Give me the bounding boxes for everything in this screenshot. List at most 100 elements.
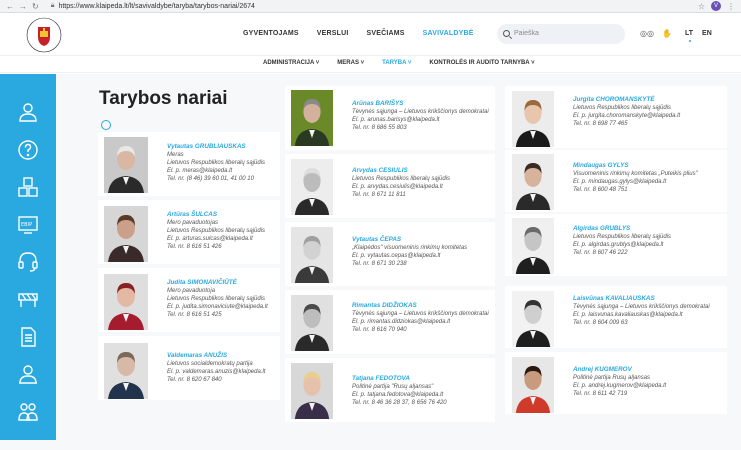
member-info: Arūnas BARIŠYS Tėvynės sąjunga – Lietuvos… (352, 100, 489, 132)
profile-avatar[interactable]: V (711, 1, 721, 11)
member-email[interactable]: El. p. arunas.barisys@klaipeda.lt (352, 116, 489, 124)
subnav-meras[interactable]: MERAS ˅ (337, 60, 364, 66)
member-phone: Tel. nr. 8 671 11 811 (352, 192, 406, 198)
people-icon[interactable] (16, 400, 40, 424)
member-email[interactable]: El. p. algirdas.grublys@klaipeda.lt (573, 241, 671, 249)
subnav-administracija[interactable]: ADMINISTRACIJA ˅ (263, 60, 319, 66)
nav-savivaldybe[interactable]: SAVIVALDYBĖ (423, 30, 474, 37)
member-info: Judita SIMONAVIČIŪTĖ Mero pavaduotoja Liet… (167, 279, 268, 319)
member-photo[interactable] (291, 227, 333, 283)
member-phone: Tel. nr. 8 620 67 840 (167, 377, 222, 383)
member-email[interactable]: El. p. andrej.kugmerov@klaipeda.lt (573, 382, 666, 390)
member-name[interactable]: Andrej KUGMEROV (573, 366, 666, 374)
document-icon[interactable] (16, 325, 40, 349)
member-detail: Lietuvos Respublikos liberalų sąjūdis (573, 234, 672, 240)
member-info: Vytautas GRUBLIAUSKAS Meras Lietuvos Respu… (167, 143, 265, 183)
member-name[interactable]: Arvydas CESIULIS (352, 167, 450, 175)
lang-lt[interactable]: LT (685, 30, 693, 37)
member-name[interactable]: Judita SIMONAVIČIŪTĖ (167, 279, 268, 287)
barrier-icon[interactable] (16, 286, 40, 310)
member-name[interactable]: Algirdas GRUBLYS (573, 225, 671, 233)
lang-en[interactable]: EN (702, 30, 712, 37)
member-detail: Lietuvos Respublikos liberalų sąjūdis (167, 228, 266, 234)
member-photo[interactable] (291, 295, 333, 351)
headset-icon[interactable] (16, 249, 40, 273)
city-logo[interactable] (26, 17, 62, 53)
member-email[interactable]: El. p. arvydas.cesiulis@klaipeda.lt (352, 183, 450, 191)
menu-icon[interactable]: ⋮ (727, 2, 735, 11)
member-email[interactable]: El. p. jurgita.choromanskyte@klaipeda.lt (573, 112, 680, 120)
member-photo[interactable] (291, 159, 333, 215)
search-placeholder: Paieška (514, 30, 539, 37)
address-bar[interactable]: https://www.klaipeda.lt/lt/savivaldybe/t… (58, 3, 255, 10)
reload-icon[interactable]: ↻ (32, 2, 39, 11)
sidebar: EBIP (0, 74, 56, 440)
member-info: Tatjana FEDOTOVA Politinė partija "Rusų a… (352, 375, 447, 407)
member-photo[interactable] (291, 363, 333, 419)
member-email[interactable]: El. p. valdemaras.anuzis@klaipeda.lt (167, 368, 265, 376)
member-photo[interactable] (512, 218, 554, 274)
ebip-icon[interactable]: EBIP (16, 212, 40, 236)
member-info: Valdemaras ANUŽIS Lietuvos socialdemokrat… (167, 352, 265, 384)
member-email[interactable]: El. p. arturas.sulcas@klaipeda.lt (167, 235, 265, 243)
blocks-icon[interactable] (16, 175, 40, 199)
member-detail: Politinė partija Rusų aljansas (573, 375, 651, 381)
member-photo[interactable] (291, 90, 333, 146)
member-name[interactable]: Vytautas GRUBLIAUSKAS (167, 143, 265, 151)
member-email[interactable]: El. p. laisvunas.kavaliauskas@klaipeda.l… (573, 311, 710, 319)
member-photo[interactable] (512, 91, 554, 147)
nav-sveciams[interactable]: SVEČIAMS (367, 30, 405, 37)
person-screen-icon[interactable] (16, 362, 40, 386)
member-name[interactable]: Arūnas BARIŠYS (352, 100, 489, 108)
member-email[interactable]: El. p. vytautas.cepas@klaipeda.lt (352, 252, 467, 260)
member-name[interactable]: Artūras ŠULCAS (167, 211, 265, 219)
member-name[interactable]: Tatjana FEDOTOVA (352, 375, 447, 383)
member-detail: Politinė partija "Rusų aljansas" (352, 384, 434, 390)
member-email[interactable]: El. p. judita.simonaviciute@klaipeda.lt (167, 303, 268, 311)
member-detail: Lietuvos Respublikos liberalų sąjūdis (352, 176, 451, 182)
member-email[interactable]: El. p. tatjana.fedotova@klaipeda.lt (352, 391, 447, 399)
nav-gyventojams[interactable]: GYVENTOJAMS (243, 30, 299, 37)
nav-verslui[interactable]: VERSLUI (317, 30, 349, 37)
member-photo[interactable] (512, 291, 554, 347)
back-icon[interactable]: ← (6, 2, 14, 11)
search-icon[interactable] (503, 30, 510, 37)
print-icon[interactable] (101, 120, 111, 130)
question-icon[interactable] (16, 138, 40, 162)
member-photo[interactable] (104, 206, 148, 262)
glasses-icon[interactable]: ◎◎ (640, 29, 654, 38)
member-info: Mindaugas GYLYS Visuomeninis rinkimų komi… (573, 162, 698, 194)
member-phone: Tel. nr. 8 616 70 940 (352, 327, 407, 333)
member-photo[interactable] (512, 357, 554, 413)
subnav-kontroles[interactable]: KONTROLĖS IR AUDITO TARNYBA ˅ (429, 60, 534, 66)
member-name[interactable]: Jurgita CHOROMANSKYTĖ (573, 96, 680, 104)
member-info: Andrej KUGMEROV Politinė partija Rusų alj… (573, 366, 666, 398)
member-photo[interactable] (104, 343, 148, 399)
member-info: Artūras ŠULCAS Mero pavaduotojas Lietuvos … (167, 211, 265, 251)
member-email[interactable]: El. p. mindaugas.gylys@klaipeda.lt (573, 178, 698, 186)
person-icon[interactable] (16, 100, 40, 124)
member-photo[interactable] (512, 154, 554, 210)
member-email[interactable]: El. p. meras@klaipeda.lt (167, 167, 265, 175)
svg-text:EBIP: EBIP (21, 222, 32, 228)
member-email[interactable]: El. p. rimantas.didziokas@klaipeda.lt (352, 318, 489, 326)
forward-icon[interactable]: → (19, 2, 27, 11)
member-photo[interactable] (104, 274, 148, 330)
lock-icon[interactable]: 🔒︎ (51, 2, 55, 10)
sign-language-icon[interactable]: ✋ (662, 29, 672, 38)
browser-bar: ← → ↻ 🔒︎ https://www.klaipeda.lt/lt/savi… (0, 0, 741, 13)
search-input[interactable]: Paieška (497, 24, 625, 44)
subnav-taryba[interactable]: TARYBA ˅ (382, 60, 411, 66)
member-photo[interactable] (104, 137, 148, 193)
member-detail: Lietuvos socialdemokratų partija (167, 361, 253, 367)
member-phone: Tel. nr. 8 46 36 28 37, 8 656 76 420 (352, 400, 447, 406)
member-detail: Lietuvos Respublikos liberalų sąjūdis (167, 160, 266, 166)
member-info: Rimantas DIDŽIOKAS Tėvynės sąjunga – Liet… (352, 302, 489, 334)
member-name[interactable]: Laisvūnas KAVALIAUSKAS (573, 295, 710, 303)
member-name[interactable]: Vytautas ČEPAS (352, 236, 467, 244)
member-phone: Tel. nr. 8 604 009 63 (573, 320, 628, 326)
member-name[interactable]: Rimantas DIDŽIOKAS (352, 302, 489, 310)
member-name[interactable]: Mindaugas GYLYS (573, 162, 698, 170)
star-icon[interactable]: ☆ (698, 2, 705, 11)
member-name[interactable]: Valdemaras ANUŽIS (167, 352, 265, 360)
